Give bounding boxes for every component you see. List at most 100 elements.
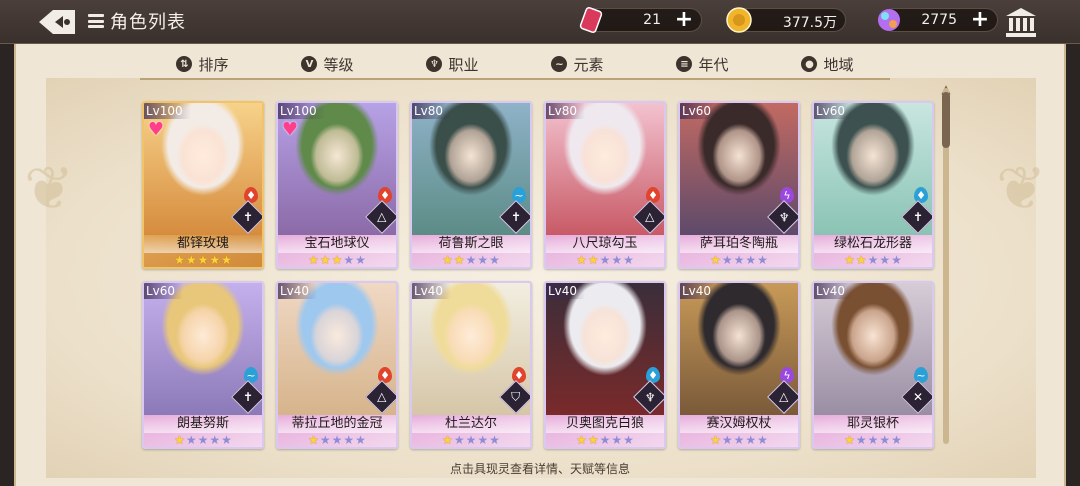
star-empty-icon: ★ xyxy=(721,433,733,447)
star-empty-icon: ★ xyxy=(611,253,623,267)
tab-class[interactable]: ♆ 职业 xyxy=(390,50,515,80)
star-rating: ★ ★ ★ ★ ★ xyxy=(412,433,530,447)
star-empty-icon: ★ xyxy=(599,253,611,267)
star-empty-icon: ★ xyxy=(721,253,733,267)
character-name: 萨耳珀冬陶瓶 xyxy=(680,235,798,253)
star-rating: ★ ★ ★ ★ ★ xyxy=(546,433,664,447)
star-empty-icon: ★ xyxy=(343,433,355,447)
heart-icon: ♥ xyxy=(147,119,165,140)
character-card[interactable]: Lv100 ♥ ♦ ✝ 都铎玫瑰 ★ ★ ★ ★ ★ xyxy=(142,101,264,269)
star-empty-icon: ★ xyxy=(623,253,634,267)
bank-icon[interactable] xyxy=(1004,6,1038,38)
star-rating: ★ ★ ★ ★ ★ xyxy=(546,253,664,267)
character-card[interactable]: Lv60 ~ ✝ 朗基努斯 ★ ★ ★ ★ ★ xyxy=(142,281,264,449)
star-rating: ★ ★ ★ ★ ★ xyxy=(278,433,396,447)
character-name: 都铎玫瑰 xyxy=(144,235,262,253)
gold-count: 377.5万 xyxy=(782,15,837,31)
star-empty-icon: ★ xyxy=(611,433,623,447)
star-rating: ★ ★ ★ ★ ★ xyxy=(814,253,932,267)
character-name: 朗基努斯 xyxy=(144,415,262,433)
gold-coin-icon xyxy=(726,7,752,33)
list-icon xyxy=(88,14,104,28)
character-card[interactable]: Lv40 ♦ ♆ 贝奥图克白狼 ★ ★ ★ ★ ★ xyxy=(544,281,666,449)
star-empty-icon: ★ xyxy=(477,433,489,447)
star-filled-icon: ★ xyxy=(576,433,587,447)
tab-region[interactable]: ● 地域 xyxy=(765,50,890,80)
character-card[interactable]: Lv80 ♦ △ 八尺琼勾玉 ★ ★ ★ ★ ★ xyxy=(544,101,666,269)
star-empty-icon: ★ xyxy=(599,433,611,447)
character-card[interactable]: Lv60 ϟ ♆ 萨耳珀冬陶瓶 ★ ★ ★ ★ ★ xyxy=(678,101,800,269)
character-card[interactable]: Lv40 ~ ✕ 耶灵银杯 ★ ★ ★ ★ ★ xyxy=(812,281,934,449)
character-name: 贝奥图克白狼 xyxy=(546,415,664,433)
star-filled-icon: ★ xyxy=(710,253,721,267)
star-empty-icon: ★ xyxy=(355,433,366,447)
character-card[interactable]: Lv40 ϟ △ 赛汉姆权杖 ★ ★ ★ ★ ★ xyxy=(678,281,800,449)
star-empty-icon: ★ xyxy=(891,253,902,267)
star-empty-icon: ★ xyxy=(489,433,500,447)
star-empty-icon: ★ xyxy=(867,253,879,267)
tab-label: 排序 xyxy=(198,55,229,74)
era-icon: ≡ xyxy=(676,56,693,72)
class-glyph: ✝ xyxy=(510,210,522,224)
star-empty-icon: ★ xyxy=(185,433,197,447)
class-glyph: ✝ xyxy=(242,390,254,404)
tab-label: 职业 xyxy=(448,55,479,74)
ornament-right: ❦ xyxy=(996,154,1047,224)
character-card[interactable]: Lv60 ♦ ✝ 绿松石龙形器 ★ ★ ★ ★ ★ xyxy=(812,101,934,269)
tab-label: 元素 xyxy=(573,55,604,74)
add-gem-button[interactable]: + xyxy=(969,9,991,32)
star-empty-icon: ★ xyxy=(343,253,355,267)
character-card[interactable]: Lv40 ♦ ⛉ 杜兰达尔 ★ ★ ★ ★ ★ xyxy=(410,281,532,449)
character-name: 蒂拉丘地的金冠 xyxy=(278,415,396,433)
star-filled-icon: ★ xyxy=(576,253,587,267)
tab-sort[interactable]: ⇅ 排序 xyxy=(140,50,265,80)
class-glyph: ✝ xyxy=(912,210,924,224)
character-card[interactable]: Lv80 ~ ✝ 荷鲁斯之眼 ★ ★ ★ ★ ★ xyxy=(410,101,532,269)
star-empty-icon: ★ xyxy=(319,433,331,447)
star-filled-icon: ★ xyxy=(221,253,232,267)
star-empty-icon: ★ xyxy=(891,433,902,447)
heart-icon: ♥ xyxy=(281,119,299,140)
star-empty-icon: ★ xyxy=(355,253,366,267)
scrollbar[interactable] xyxy=(942,88,950,444)
tab-level[interactable]: V 等级 xyxy=(265,50,390,80)
tab-element[interactable]: ~ 元素 xyxy=(515,50,640,80)
star-filled-icon: ★ xyxy=(453,253,465,267)
star-filled-icon: ★ xyxy=(209,253,221,267)
level-badge: Lv40 xyxy=(412,283,452,299)
ticket-icon xyxy=(579,7,603,33)
class-glyph: △ xyxy=(377,389,387,404)
gold-counter: 377.5万 xyxy=(726,7,846,33)
class-glyph: ⛉ xyxy=(511,389,521,404)
star-empty-icon: ★ xyxy=(197,433,209,447)
page-title: 角色列表 xyxy=(88,8,186,34)
star-filled-icon: ★ xyxy=(844,433,855,447)
star-empty-icon: ★ xyxy=(623,433,634,447)
hint-text: 点击具现灵查看详情、天赋等信息 xyxy=(449,462,630,476)
level-badge: Lv100 xyxy=(278,103,325,119)
star-empty-icon: ★ xyxy=(879,253,891,267)
star-filled-icon: ★ xyxy=(174,433,185,447)
level-badge: Lv40 xyxy=(680,283,720,299)
back-button[interactable] xyxy=(36,6,78,38)
star-filled-icon: ★ xyxy=(308,433,319,447)
back-arrow-icon xyxy=(39,10,75,34)
star-empty-icon: ★ xyxy=(757,253,768,267)
scrollbar-thumb[interactable] xyxy=(942,92,950,148)
class-glyph: △ xyxy=(779,389,789,404)
star-empty-icon: ★ xyxy=(331,433,343,447)
character-name: 荷鲁斯之眼 xyxy=(412,235,530,253)
star-filled-icon: ★ xyxy=(308,253,319,267)
class-icon: ♆ xyxy=(426,56,443,72)
star-empty-icon: ★ xyxy=(855,433,867,447)
star-empty-icon: ★ xyxy=(453,433,465,447)
character-card[interactable]: Lv100 ♥ ♦ △ 宝石地球仪 ★ ★ ★ ★ ★ xyxy=(276,101,398,269)
star-empty-icon: ★ xyxy=(209,433,221,447)
star-filled-icon: ★ xyxy=(319,253,331,267)
level-badge: Lv80 xyxy=(412,103,452,119)
star-filled-icon: ★ xyxy=(587,433,599,447)
character-name: 杜兰达尔 xyxy=(412,415,530,433)
character-card[interactable]: Lv40 ♦ △ 蒂拉丘地的金冠 ★ ★ ★ ★ ★ xyxy=(276,281,398,449)
add-ticket-button[interactable]: + xyxy=(673,9,695,32)
tab-era[interactable]: ≡ 年代 xyxy=(640,50,765,80)
